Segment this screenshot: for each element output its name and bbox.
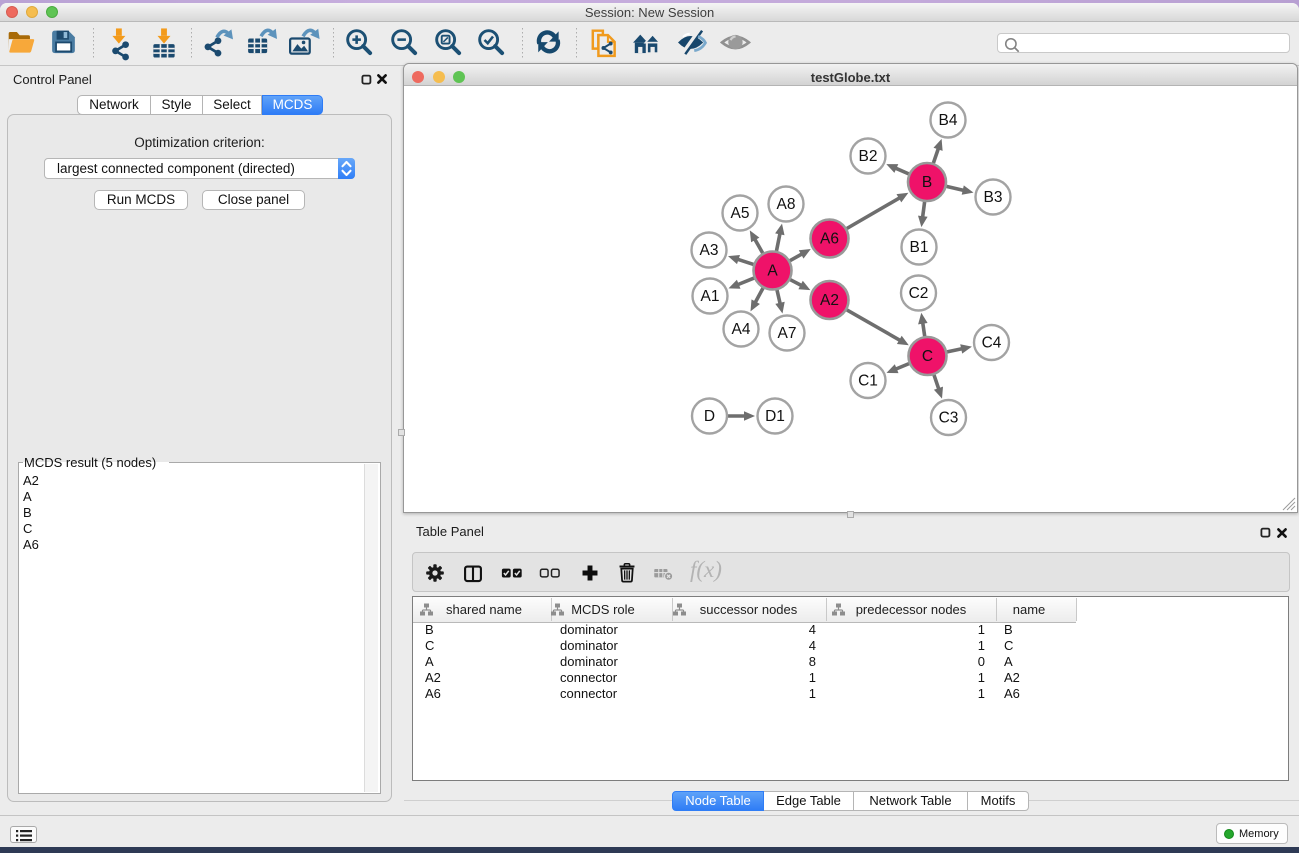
svg-text:A6: A6 [820, 231, 839, 248]
svg-text:B4: B4 [939, 112, 958, 129]
svg-text:B3: B3 [984, 189, 1003, 206]
svg-text:B1: B1 [910, 239, 929, 256]
svg-text:A8: A8 [777, 196, 796, 213]
svg-text:C: C [922, 348, 933, 365]
svg-text:C3: C3 [939, 410, 959, 427]
svg-text:D1: D1 [765, 408, 785, 425]
svg-text:A3: A3 [700, 242, 719, 259]
svg-text:D: D [704, 408, 715, 425]
svg-text:A2: A2 [820, 292, 839, 309]
svg-text:C1: C1 [858, 373, 878, 390]
svg-text:A1: A1 [701, 288, 720, 305]
svg-text:A7: A7 [778, 325, 797, 342]
svg-text:B2: B2 [859, 148, 878, 165]
svg-text:A: A [767, 263, 778, 280]
svg-text:C4: C4 [982, 335, 1002, 352]
svg-text:A5: A5 [731, 205, 750, 222]
svg-text:B: B [922, 174, 932, 191]
svg-text:A4: A4 [732, 321, 751, 338]
svg-text:C2: C2 [909, 285, 929, 302]
